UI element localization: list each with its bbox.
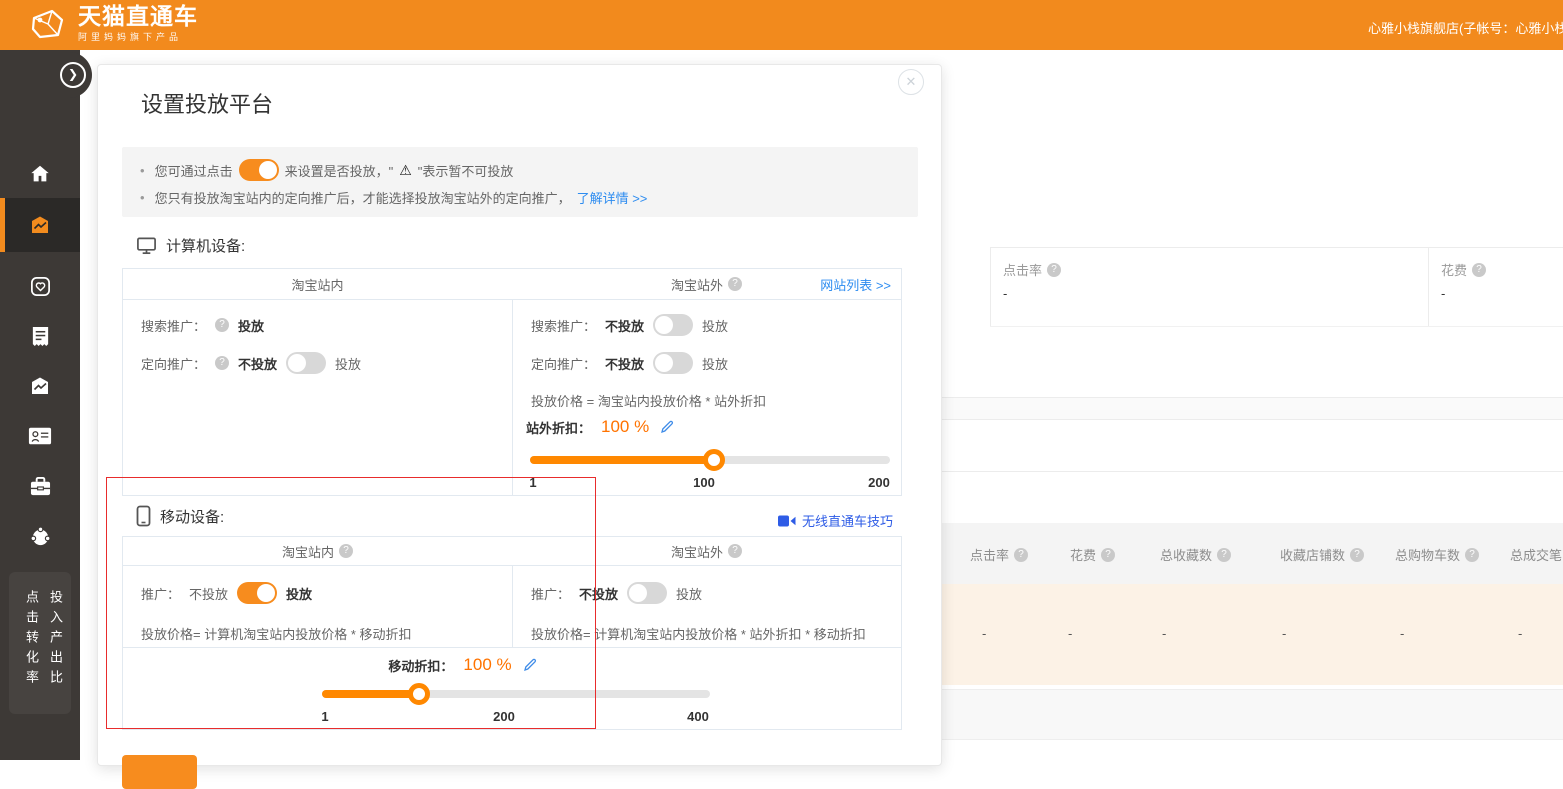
mobile-in-toggle[interactable] [237, 582, 277, 604]
mobile-section-header: 移动设备: [136, 505, 224, 527]
metric-tab-ctr[interactable]: 点击转化率 [22, 590, 41, 690]
id-card-icon [28, 426, 52, 446]
report-table-row: - - - - - - [940, 584, 1563, 685]
computer-out-search-toggle[interactable] [653, 314, 693, 336]
mobile-out-formula: 投放价格= 计算机淘宝站内投放价格 * 站外折扣 * 移动折扣 [531, 624, 866, 643]
mobile-discount-row: 移动折扣： 100 % [303, 655, 623, 675]
help-icon[interactable] [1014, 548, 1028, 562]
brand-title: 天猫直通车 [78, 4, 198, 28]
stat-card-ctr: 点击率 - [990, 248, 1429, 326]
help-icon[interactable] [1465, 548, 1479, 562]
picture-frame-icon [28, 374, 52, 398]
save-button[interactable] [122, 755, 197, 789]
divider [940, 471, 1563, 472]
edit-pencil-icon[interactable] [522, 657, 538, 673]
edit-pencil-icon[interactable] [659, 419, 675, 435]
slider-handle[interactable] [408, 683, 430, 705]
computer-out-targeted-row: 定向推广： 不投放 投放 [531, 351, 728, 375]
help-icon[interactable] [1101, 548, 1115, 562]
stat-strip: 点击率 - 花费 - [990, 247, 1563, 327]
sidebar: 点击转化率 投入产出比 [0, 50, 80, 760]
close-icon[interactable] [898, 69, 924, 95]
mobile-table: 淘宝站内 淘宝站外 推广： 不投放 投放 投放价格= 计算机淘宝站内投放价格 *… [122, 536, 902, 730]
tip-line-2: 您只有投放淘宝站内的定向推广后，才能选择投放淘宝站外的定向推广，了解详情 >> [140, 188, 647, 207]
metric-tab-roi[interactable]: 投入产出比 [46, 590, 65, 690]
site-list-link[interactable]: 网站列表 >> [820, 275, 891, 294]
sidebar-item-toolbox[interactable] [0, 462, 80, 510]
report-table-header: 点击率 花费 总收藏数 收藏店铺数 总购物车数 总成交笔 [940, 523, 1563, 585]
network-globe-icon [29, 525, 52, 548]
mobile-phone-icon [136, 505, 151, 527]
help-icon[interactable] [1472, 263, 1486, 277]
column-divider [512, 565, 513, 647]
help-icon[interactable] [1350, 548, 1364, 562]
wireless-tips-link[interactable]: 无线直通车技巧 [778, 511, 893, 530]
help-icon[interactable] [1047, 263, 1061, 277]
computer-in-targeted-row: 定向推广： 不投放 投放 [141, 351, 361, 375]
briefcase-icon [29, 476, 52, 497]
set-platform-modal: 设置投放平台 您可通过点击 来设置是否投放，""表示暂不可投放 您只有投放淘宝站… [97, 64, 942, 766]
account-info[interactable]: 心雅小栈旗舰店(子帐号：心雅小栈 [1368, 18, 1563, 37]
stat-value: - [1003, 286, 1007, 301]
computer-out-targeted-toggle[interactable] [653, 352, 693, 374]
computer-table: 淘宝站内 淘宝站外 网站列表 >> 搜索推广： 投放 定向推广： 不投放 投放 … [122, 268, 902, 496]
report-list-icon [30, 325, 51, 348]
heart-icon [29, 275, 52, 298]
mobile-in-promo-row: 推广： 不投放 投放 [141, 581, 312, 605]
help-icon[interactable] [339, 544, 353, 558]
toolbar-band [940, 397, 1563, 420]
learn-more-link[interactable]: 了解详情 >> [577, 188, 648, 207]
help-icon[interactable] [728, 544, 742, 558]
example-toggle[interactable] [239, 159, 279, 181]
brand-logo[interactable]: 天猫直通车 阿里妈妈旗下产品 [28, 4, 198, 43]
tip-line-1: 您可通过点击 来设置是否投放，""表示暂不可投放 [140, 159, 513, 181]
brand-subtitle: 阿里妈妈旗下产品 [78, 30, 198, 43]
promotion-icon [28, 213, 52, 237]
top-header: 天猫直通车 阿里妈妈旗下产品 心雅小栈旗舰店(子帐号：心雅小栈 [0, 0, 1563, 50]
home-icon [29, 163, 51, 185]
video-camera-icon [778, 515, 796, 527]
stat-label: 花费 [1441, 260, 1467, 279]
help-icon[interactable] [215, 318, 229, 332]
sidebar-item-creative[interactable] [0, 362, 80, 410]
stat-card-cost: 花费 - [1428, 248, 1563, 326]
sidebar-item-report[interactable] [0, 312, 80, 360]
column-divider [512, 299, 513, 495]
train-logo-icon [28, 5, 68, 43]
mobile-discount-slider[interactable] [322, 690, 710, 698]
help-icon[interactable] [1217, 548, 1231, 562]
sidebar-item-promotion-active[interactable] [0, 198, 80, 252]
computer-in-targeted-toggle[interactable] [286, 352, 326, 374]
stat-label: 点击率 [1003, 260, 1042, 279]
page: { "header": { "brand_title": "天猫直通车", "b… [0, 0, 1563, 760]
computer-in-search-row: 搜索推广： 投放 [141, 313, 264, 337]
stat-value: - [1441, 286, 1445, 301]
modal-title: 设置投放平台 [141, 87, 273, 119]
metric-panel: 点击转化率 投入产出比 [9, 572, 71, 714]
help-icon[interactable] [215, 356, 229, 370]
mobile-in-formula: 投放价格= 计算机淘宝站内投放价格 * 移动折扣 [141, 624, 412, 643]
sidebar-collapse-icon[interactable] [60, 62, 86, 88]
computer-table-head: 淘宝站内 淘宝站外 网站列表 >> [123, 269, 901, 300]
sidebar-item-network[interactable] [0, 512, 80, 560]
offsite-discount-slider[interactable] [530, 456, 890, 464]
report-table-footer [940, 689, 1563, 740]
sidebar-item-home[interactable] [0, 150, 80, 198]
computer-icon [136, 236, 157, 256]
row-divider [123, 647, 901, 648]
offsite-discount-row: 站外折扣： 100 % [526, 417, 675, 437]
computer-section-header: 计算机设备: [136, 235, 245, 256]
computer-out-search-row: 搜索推广： 不投放 投放 [531, 313, 728, 337]
out-price-formula: 投放价格 = 淘宝站内投放价格 * 站外折扣 [531, 391, 766, 410]
warning-icon [399, 162, 412, 179]
mobile-out-promo-row: 推广： 不投放 投放 [531, 581, 702, 605]
slider-handle[interactable] [703, 449, 725, 471]
mobile-table-head: 淘宝站内 淘宝站外 [123, 537, 901, 566]
help-icon[interactable] [728, 277, 742, 291]
sidebar-item-favorites[interactable] [0, 262, 80, 310]
mobile-out-toggle[interactable] [627, 582, 667, 604]
tips-box: 您可通过点击 来设置是否投放，""表示暂不可投放 您只有投放淘宝站内的定向推广后… [122, 147, 918, 217]
sidebar-item-account[interactable] [0, 412, 80, 460]
